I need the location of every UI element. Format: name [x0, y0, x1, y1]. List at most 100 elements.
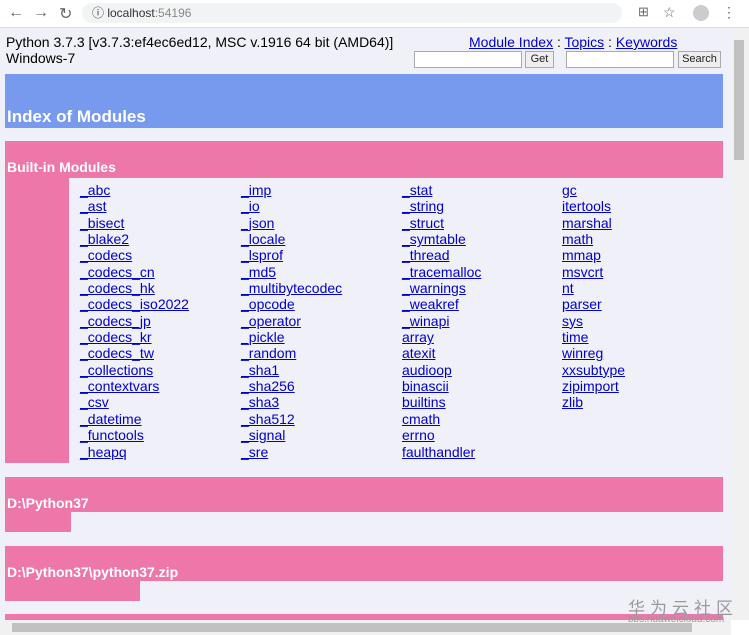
- scroll-thumb[interactable]: [12, 623, 692, 632]
- module-link[interactable]: _winapi: [402, 313, 481, 329]
- translate-icon[interactable]: ⊞: [638, 4, 649, 20]
- module-link[interactable]: _bisect: [80, 215, 189, 231]
- profile-avatar[interactable]: [693, 5, 709, 21]
- menu-icon[interactable]: ⋮: [722, 4, 736, 21]
- reload-icon[interactable]: ↻: [59, 4, 72, 24]
- module-link[interactable]: builtins: [402, 394, 481, 410]
- module-link[interactable]: sys: [562, 313, 625, 329]
- browser-toolbar: ← → ↻ ⓘ localhost:54196 ⊞ ☆ ⋮: [0, 0, 749, 28]
- module-link[interactable]: nt: [562, 280, 625, 296]
- separator: :: [553, 34, 565, 50]
- module-column: _stat _string _struct _symtable _thread _trac…: [402, 182, 481, 460]
- module-link[interactable]: _string: [402, 198, 481, 214]
- module-link[interactable]: _random: [241, 345, 342, 361]
- module-link[interactable]: _stat: [402, 182, 481, 198]
- module-link[interactable]: _io: [241, 198, 342, 214]
- separator: :: [604, 34, 616, 50]
- info-icon: ⓘ: [92, 6, 108, 20]
- module-link[interactable]: _codecs_tw: [80, 345, 189, 361]
- module-link[interactable]: mmap: [562, 247, 625, 263]
- module-link[interactable]: _codecs: [80, 247, 189, 263]
- module-link[interactable]: itertools: [562, 198, 625, 214]
- module-link[interactable]: errno: [402, 427, 481, 443]
- module-link[interactable]: xxsubtype: [562, 362, 625, 378]
- module-link[interactable]: _warnings: [402, 280, 481, 296]
- search-input[interactable]: [566, 51, 674, 68]
- address-bar[interactable]: ⓘ localhost:54196: [82, 3, 622, 23]
- platform: Windows-7: [6, 50, 76, 66]
- module-link[interactable]: atexit: [402, 345, 481, 361]
- module-link[interactable]: binascii: [402, 378, 481, 394]
- get-input[interactable]: [414, 51, 522, 68]
- module-link[interactable]: _locale: [241, 231, 342, 247]
- section-margin: [5, 178, 69, 463]
- url-port: :54196: [154, 6, 192, 20]
- module-link[interactable]: _pickle: [241, 329, 342, 345]
- module-link[interactable]: _sha256: [241, 378, 342, 394]
- module-link[interactable]: math: [562, 231, 625, 247]
- module-link[interactable]: zipimport: [562, 378, 625, 394]
- module-link[interactable]: _sre: [241, 444, 342, 460]
- module-link[interactable]: _abc: [80, 182, 189, 198]
- module-link[interactable]: _sha512: [241, 411, 342, 427]
- module-link[interactable]: _lsprof: [241, 247, 342, 263]
- horizontal-scrollbar[interactable]: [0, 620, 731, 635]
- module-link[interactable]: _codecs_iso2022: [80, 296, 189, 312]
- module-link[interactable]: msvcrt: [562, 264, 625, 280]
- module-link[interactable]: _operator: [241, 313, 342, 329]
- module-link[interactable]: _datetime: [80, 411, 189, 427]
- module-link[interactable]: _multibytecodec: [241, 280, 342, 296]
- module-link[interactable]: parser: [562, 296, 625, 312]
- module-link[interactable]: _codecs_hk: [80, 280, 189, 296]
- module-link[interactable]: _csv: [80, 394, 189, 410]
- module-link[interactable]: zlib: [562, 394, 625, 410]
- star-icon[interactable]: ☆: [663, 4, 676, 21]
- module-column: gc itertools marshal math mmap msvcrt nt parser…: [562, 182, 625, 411]
- module-link[interactable]: _json: [241, 215, 342, 231]
- section-title: D:\Python37: [7, 495, 89, 511]
- module-link[interactable]: _codecs_cn: [80, 264, 189, 280]
- path-banner: D:\Python37: [5, 477, 723, 512]
- module-link[interactable]: array: [402, 329, 481, 345]
- module-index-link[interactable]: Module Index: [469, 34, 553, 50]
- module-link[interactable]: _sha3: [241, 394, 342, 410]
- get-button[interactable]: Get: [525, 51, 554, 68]
- keywords-link[interactable]: Keywords: [616, 34, 677, 50]
- module-link[interactable]: _tracemalloc: [402, 264, 481, 280]
- module-link[interactable]: _opcode: [241, 296, 342, 312]
- module-link[interactable]: _imp: [241, 182, 342, 198]
- module-link[interactable]: _ast: [80, 198, 189, 214]
- back-icon[interactable]: ←: [8, 4, 24, 22]
- module-link[interactable]: _sha1: [241, 362, 342, 378]
- zip-banner: D:\Python37\python37.zip: [5, 546, 723, 581]
- module-link[interactable]: _heapq: [80, 444, 189, 460]
- module-link[interactable]: _struct: [402, 215, 481, 231]
- section-margin: [5, 512, 71, 532]
- module-link[interactable]: gc: [562, 182, 625, 198]
- module-link[interactable]: _codecs_jp: [80, 313, 189, 329]
- module-link[interactable]: winreg: [562, 345, 625, 361]
- module-link[interactable]: _thread: [402, 247, 481, 263]
- module-link[interactable]: audioop: [402, 362, 481, 378]
- module-link[interactable]: marshal: [562, 215, 625, 231]
- module-link[interactable]: _codecs_kr: [80, 329, 189, 345]
- module-link[interactable]: cmath: [402, 411, 481, 427]
- forward-icon[interactable]: →: [33, 4, 49, 22]
- module-link[interactable]: _functools: [80, 427, 189, 443]
- module-link[interactable]: _contextvars: [80, 378, 189, 394]
- module-link[interactable]: time: [562, 329, 625, 345]
- module-link[interactable]: _md5: [241, 264, 342, 280]
- module-link[interactable]: _signal: [241, 427, 342, 443]
- watermark-url: bbs.huaweicloud.com: [628, 614, 725, 625]
- module-link[interactable]: _collections: [80, 362, 189, 378]
- vertical-scrollbar[interactable]: [731, 28, 749, 620]
- topics-link[interactable]: Topics: [564, 34, 604, 50]
- module-link[interactable]: _symtable: [402, 231, 481, 247]
- module-link[interactable]: faulthandler: [402, 444, 481, 460]
- module-link[interactable]: _blake2: [80, 231, 189, 247]
- page-title: Index of Modules: [7, 107, 146, 126]
- search-button[interactable]: Search: [678, 51, 721, 68]
- module-link[interactable]: _weakref: [402, 296, 481, 312]
- builtin-banner: Built-in Modules: [5, 141, 723, 178]
- scroll-thumb[interactable]: [734, 40, 744, 160]
